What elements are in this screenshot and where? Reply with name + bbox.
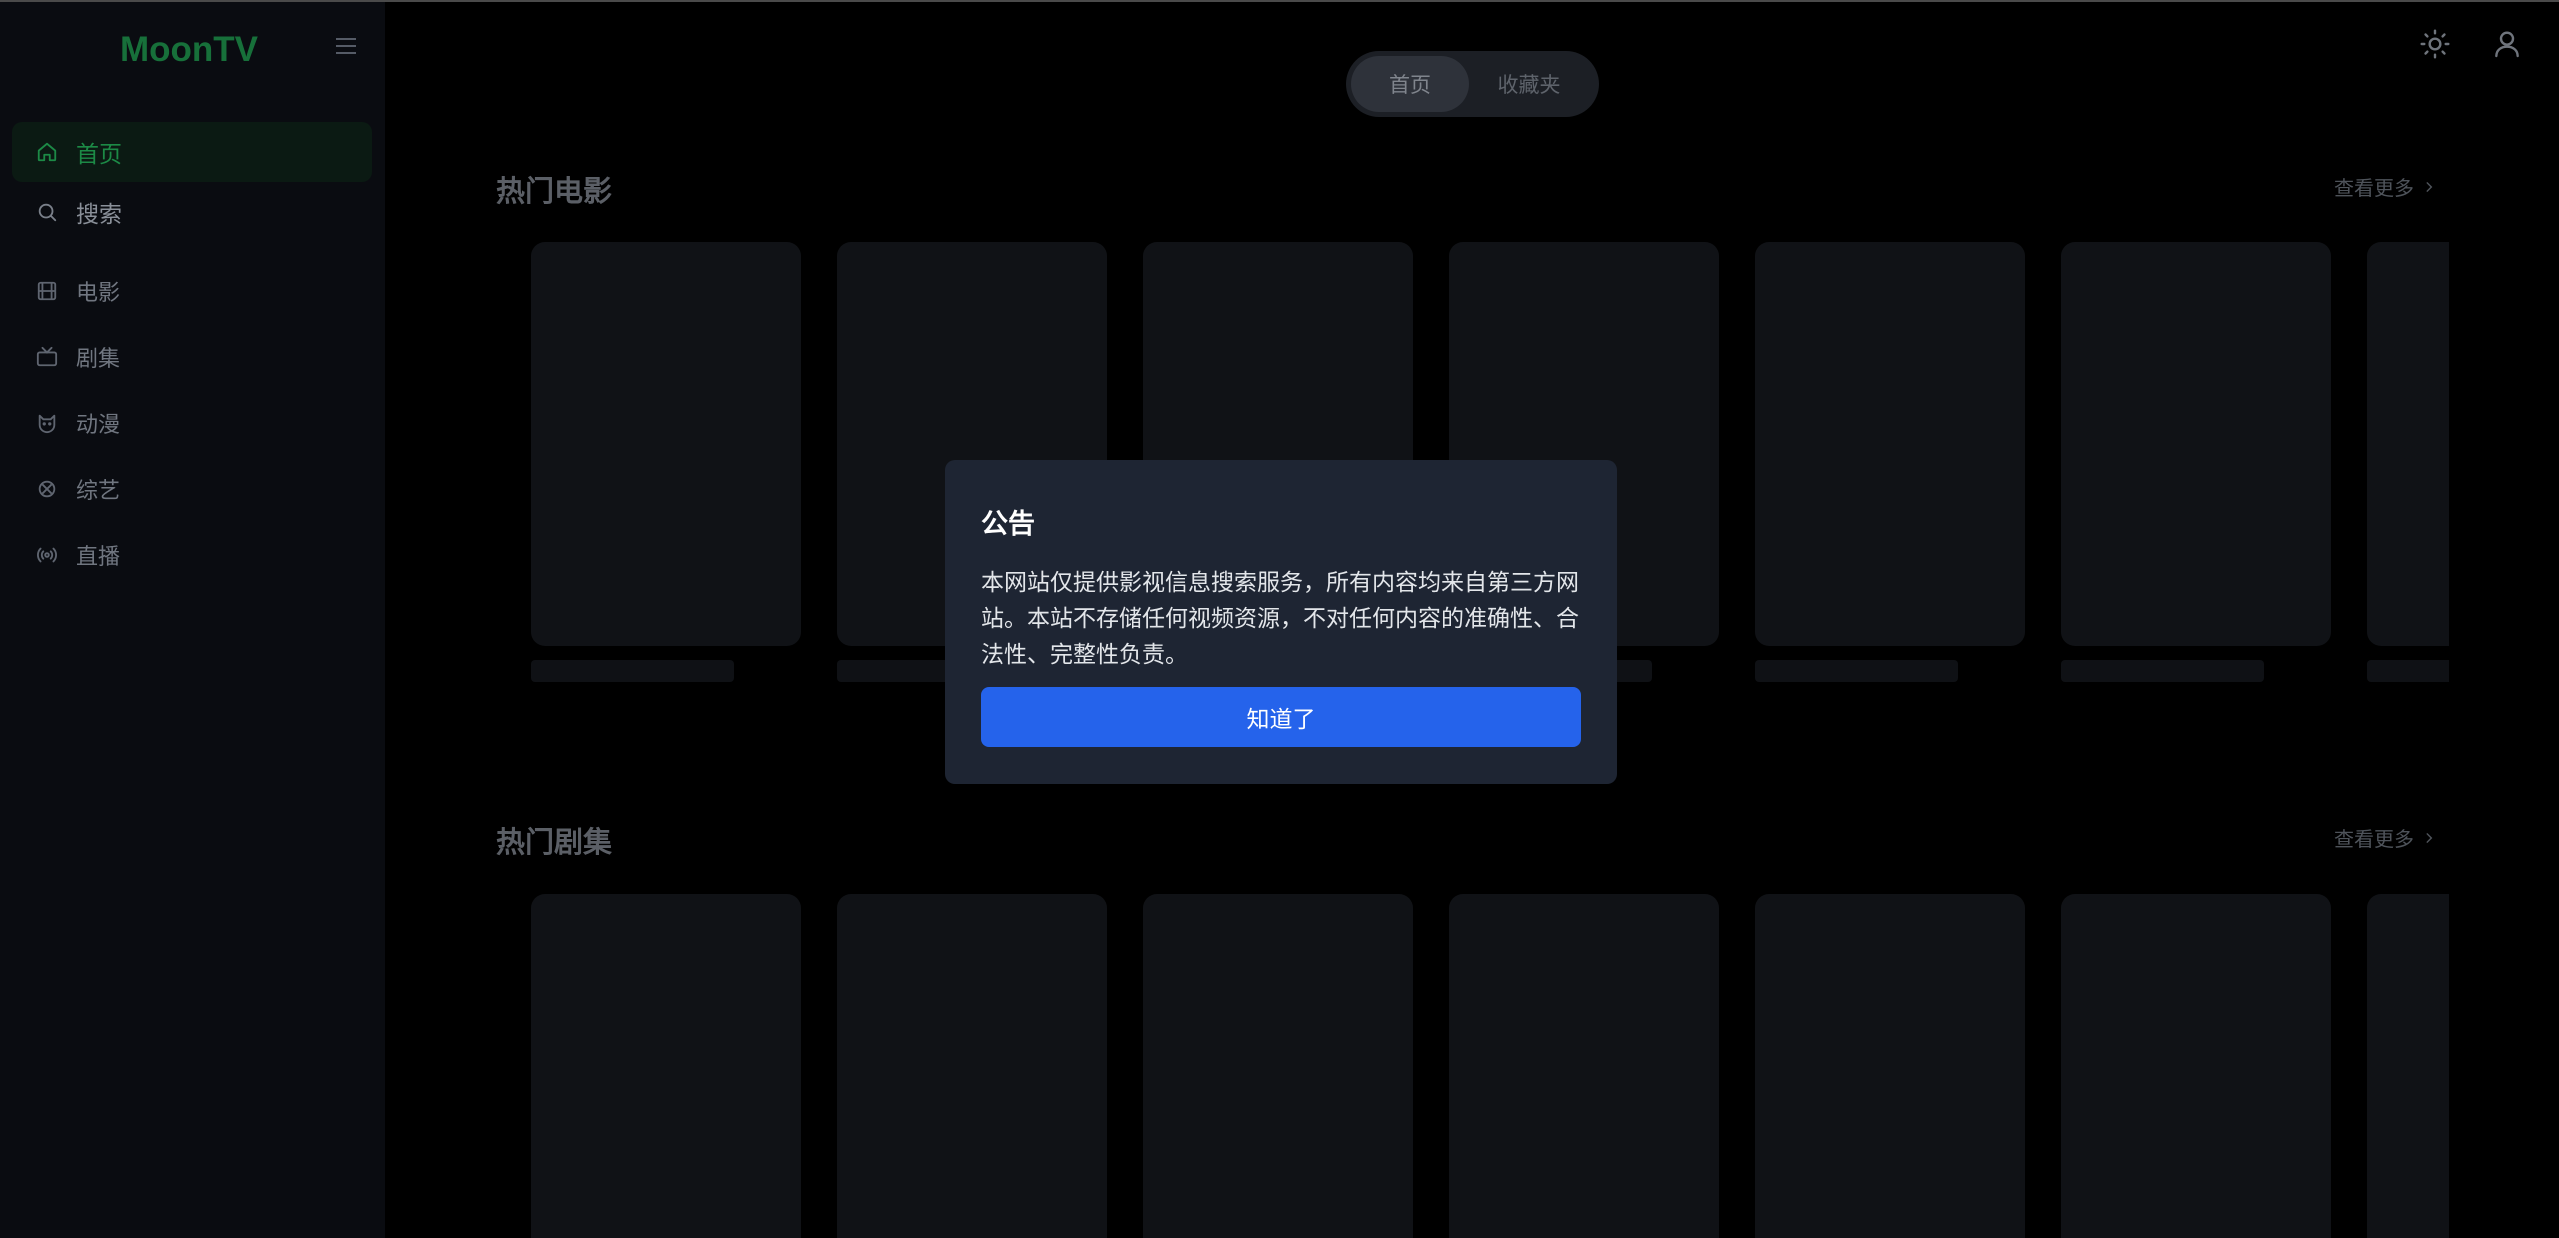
modal-body-text: 本网站仅提供影视信息搜索服务，所有内容均来自第三方网站。本站不存储任何视频资源，… xyxy=(981,570,1579,668)
app-root: MoonTV 首页 搜索 电影 剧集 动漫 综艺 直播 首页 收藏夹 热门电影 … xyxy=(0,0,2559,1238)
acknowledge-button[interactable]: 知道了 xyxy=(981,687,1581,747)
announcement-modal: 公告 本网站仅提供影视信息搜索服务，所有内容均来自第三方网站。本站不存储任何视频… xyxy=(945,460,1617,784)
modal-title: 公告 xyxy=(981,509,1035,540)
